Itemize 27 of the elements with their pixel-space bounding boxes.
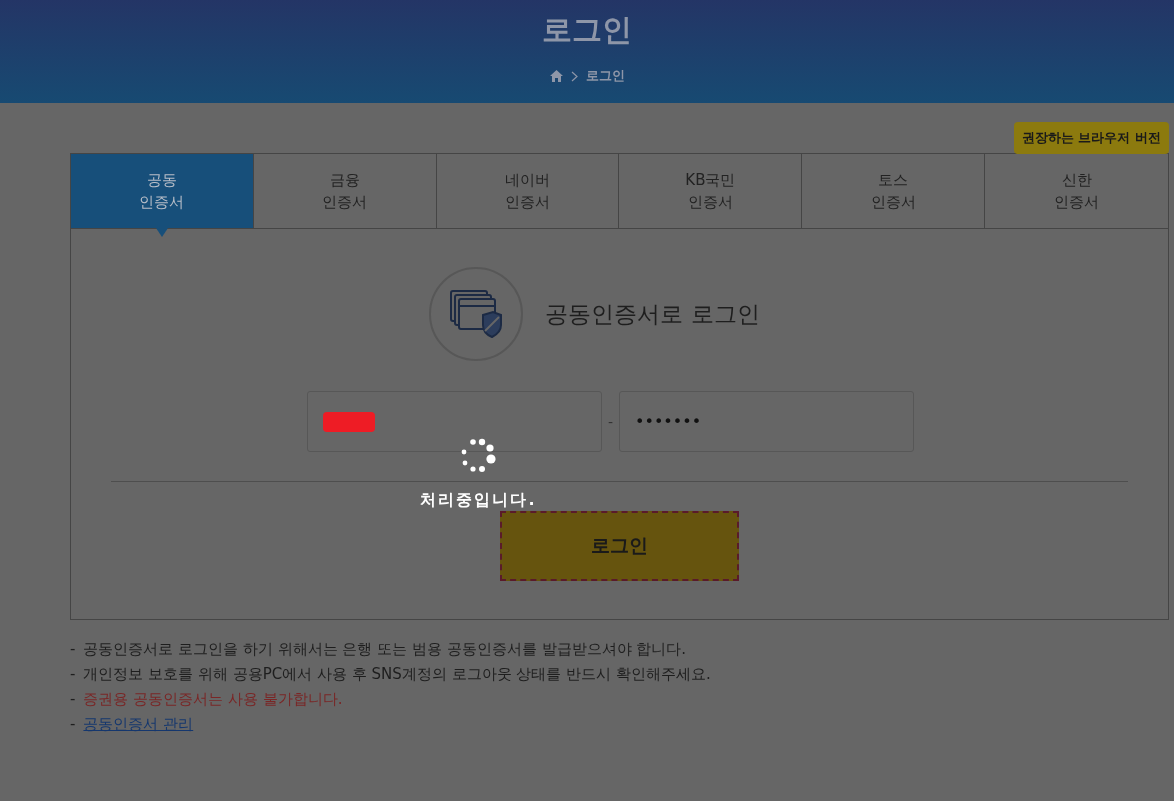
certificate-tab[interactable]: 네이버 인증서 [436, 154, 620, 228]
id-field[interactable] [306, 391, 602, 452]
login-button[interactable]: 로그인 [500, 511, 739, 581]
certificate-management-link[interactable]: 공동인증서 관리 [83, 715, 194, 734]
loading-spinner-icon [459, 438, 498, 474]
browser-version-button[interactable]: 권장하는 브라우저 버전 [1013, 122, 1169, 154]
password-field[interactable]: ••••••• [619, 391, 915, 452]
notice-text: 공동인증서로 로그인을 하기 위해서는 은행 또는 범용 공동인증서를 발급받으셔야 합니다. [83, 640, 687, 659]
certificate-tab[interactable]: 금융 인증서 [253, 154, 437, 228]
home-icon[interactable] [549, 70, 563, 82]
loading-text: 처리중입니다. [420, 490, 537, 511]
notice-text: 증권용 공동인증서는 사용 불가합니다. [83, 690, 343, 709]
certificate-tab[interactable]: 토스 인증서 [802, 154, 986, 228]
certificate-tab[interactable]: 신한 인증서 [985, 154, 1168, 228]
bullet-dash: - [70, 715, 76, 734]
field-separator: - [607, 413, 614, 430]
breadcrumb-item[interactable]: 로그인 [585, 67, 625, 85]
login-title: 공동인증서로 로그인 [545, 299, 760, 329]
bullet-dash: - [70, 640, 76, 659]
certificate-icon [429, 267, 524, 361]
chevron-icon [570, 70, 578, 82]
notice-text: 개인정보 보호를 위해 공용PC에서 사용 후 SNS계정의 로그아웃 상태를 반드시 확인해주세요. [83, 665, 711, 684]
page-title: 로그인 [542, 11, 632, 49]
certificate-tab[interactable]: KB국민 인증서 [619, 154, 803, 228]
bullet-dash: - [70, 690, 76, 709]
bullet-dash: - [70, 665, 76, 684]
tab-pointer-icon [155, 228, 168, 237]
